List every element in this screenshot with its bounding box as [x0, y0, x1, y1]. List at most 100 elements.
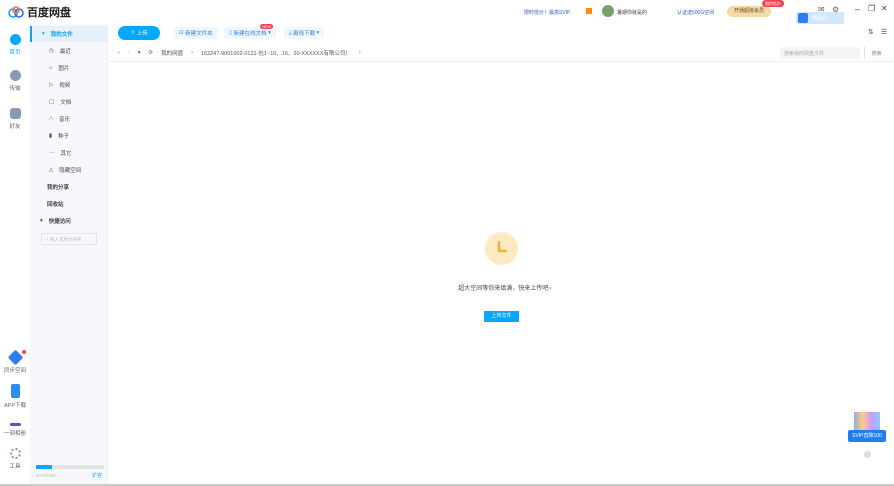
label: 最近 — [59, 49, 71, 55]
history-dropdown-icon[interactable]: ▾ — [138, 50, 141, 56]
torrent-icon: ▮ — [49, 133, 53, 139]
sidebar-item-my-shares[interactable]: 我的分享 — [30, 179, 108, 195]
sidebar-item-torrents[interactable]: ▮ 种子 — [30, 128, 108, 144]
close-button[interactable]: ✕ — [881, 4, 888, 13]
clock-illustration-icon — [485, 232, 518, 265]
gift-icon[interactable] — [586, 8, 592, 14]
breadcrumb-root[interactable]: 我的网盘 — [161, 49, 183, 57]
phone-icon — [10, 384, 20, 398]
rail-home[interactable]: 首页 — [0, 34, 30, 56]
cloud-logo-icon — [8, 6, 24, 18]
rail-sync[interactable]: 同步空间 — [0, 349, 30, 374]
sidebar-item-images[interactable]: ⌂ 图片 — [30, 60, 108, 76]
chart-illustration-icon — [854, 412, 880, 430]
avatar[interactable] — [602, 5, 614, 17]
label: 新建在线文档 — [233, 31, 267, 37]
label: 离线下载 — [292, 31, 315, 37]
list-view-icon[interactable]: ☰ — [881, 28, 887, 36]
restore-button[interactable]: ❐ — [868, 4, 875, 13]
rail-label: APP下载 — [3, 403, 26, 409]
sidebar-item-hidden-space[interactable]: △ 隐藏空间 — [30, 162, 108, 178]
settings-icon[interactable]: ⚙ — [832, 5, 839, 14]
rail-label: 传输 — [9, 86, 21, 92]
svip-promo-float[interactable]: SVIP直降100 — [848, 412, 886, 447]
vip-button[interactable]: 开通超级会员 — [727, 6, 771, 17]
vip-badge: 限时低价 — [762, 0, 784, 7]
label: 种子 — [58, 134, 70, 140]
drop-folder-hint[interactable]: + 拖入常用文件夹 — [41, 233, 97, 245]
sidebar-item-recycle-bin[interactable]: 回收站 — [30, 196, 108, 212]
certify-link[interactable]: 认证送500G空间 — [677, 9, 714, 16]
rail-app-download[interactable]: APP下载 — [0, 384, 30, 409]
sidebar-item-videos[interactable]: ▷ 视频 — [30, 77, 108, 93]
label: 快捷访问 — [48, 219, 71, 225]
path-bar: ‹ › ▾ ⟳ 我的网盘 › 152247-9001002-0121-包1~10… — [108, 44, 894, 62]
rail-label: 首页 — [9, 50, 21, 56]
friends-icon — [9, 108, 21, 119]
upload-button[interactable]: ⇧ 上传 — [118, 26, 160, 40]
storage-progress-fill — [36, 465, 52, 469]
refresh-icon[interactable]: ⟳ — [148, 50, 153, 56]
sidebar-item-my-files[interactable]: ▾ 我的文件 — [30, 26, 108, 42]
label: 图片 — [58, 66, 70, 72]
clock-icon: ◷ — [49, 48, 54, 54]
forward-icon[interactable]: › — [128, 50, 130, 56]
doc-icon: ▢ — [49, 99, 55, 105]
rail-label: 工具 — [9, 464, 21, 470]
label: 回收站 — [47, 202, 64, 208]
sidebar-item-recent[interactable]: ◷ 最近 — [30, 43, 108, 59]
home-cloud-icon — [9, 34, 21, 45]
search-button[interactable]: 搜索 — [864, 47, 888, 59]
offline-download-button[interactable]: ⤓ 离线下载 ▾ — [284, 27, 325, 39]
mail-icon[interactable]: ✉ — [818, 5, 825, 14]
transfer-icon — [9, 70, 21, 81]
label: 我的分享 — [47, 185, 70, 191]
breadcrumb-separator: › — [191, 49, 193, 56]
rail-transfer[interactable]: 传输 — [0, 70, 30, 92]
label: 隐藏空间 — [59, 168, 82, 174]
grid-icon — [9, 448, 21, 459]
label: 上传 — [136, 31, 148, 37]
caret-icon: ▾ — [40, 218, 43, 224]
rail-friends[interactable]: 好友 — [0, 108, 30, 130]
album-icon — [9, 423, 21, 426]
rail-album[interactable]: 一刻相册 — [0, 418, 30, 437]
app-logo: 百度网盘 — [8, 4, 71, 20]
username[interactable]: 暑期你就是的 — [617, 9, 647, 16]
caret-icon: ▾ — [42, 31, 45, 37]
sidebar: ▾ 我的文件 ◷ 最近 ⌂ 图片 ▷ 视频 ▢ 文档 ∩ 音乐 ▮ 种子 ··· 其它 △ 隐藏空… — [30, 24, 108, 486]
lock-icon: △ — [49, 167, 54, 173]
label: 音乐 — [58, 117, 70, 123]
storage-progress — [36, 465, 104, 469]
label: 我的文件 — [50, 32, 73, 38]
back-icon[interactable]: ‹ — [118, 50, 120, 56]
svip-promo-label: SVIP直降100 — [848, 430, 886, 442]
rail-tools[interactable]: 工具 — [0, 448, 30, 470]
sidebar-item-quick-access[interactable]: ▾ 快捷访问 — [30, 213, 108, 229]
label: 文档 — [60, 100, 72, 106]
sort-icon[interactable]: ⇅ — [868, 28, 874, 36]
new-folder-button[interactable]: ⊡ 新建文件夹 — [174, 27, 218, 39]
sidebar-item-other[interactable]: ··· 其它 — [30, 145, 108, 161]
cloud-icon — [798, 13, 808, 23]
label: 视频 — [59, 83, 71, 89]
minimize-button[interactable]: – — [855, 4, 860, 14]
notification-dot — [22, 350, 26, 354]
float-tag-label: 领福利 — [812, 16, 828, 22]
label: 新建文件夹 — [185, 31, 213, 37]
sidebar-item-docs[interactable]: ▢ 文档 — [30, 94, 108, 110]
rail-label: 一刻相册 — [3, 431, 26, 437]
breadcrumb-current[interactable]: 152247-9001002-0121-包1~10、15、20-XXXXXX有限… — [201, 49, 351, 57]
upload-file-button[interactable]: 上传文件 — [484, 311, 519, 322]
sidebar-item-music[interactable]: ∩ 音乐 — [30, 111, 108, 127]
title-bar: 百度网盘 限时低价！最高SVIP 暑期你就是的 认证送500G空间 开通超级会员… — [0, 0, 894, 24]
sync-icon — [7, 349, 23, 366]
promo-link[interactable]: 限时低价！最高SVIP — [524, 9, 570, 16]
search-input[interactable]: 搜索我的网盘文件 — [780, 47, 860, 59]
close-promo-icon[interactable] — [864, 451, 871, 458]
new-badge: NEW — [260, 24, 274, 29]
empty-message: 超大空间等你来填满，快来上传吧~ — [458, 286, 552, 292]
play-icon: ▷ — [49, 82, 54, 88]
expand-storage-link[interactable]: 扩容 — [92, 472, 102, 479]
storage-text: 5G/2048G — [36, 473, 57, 478]
